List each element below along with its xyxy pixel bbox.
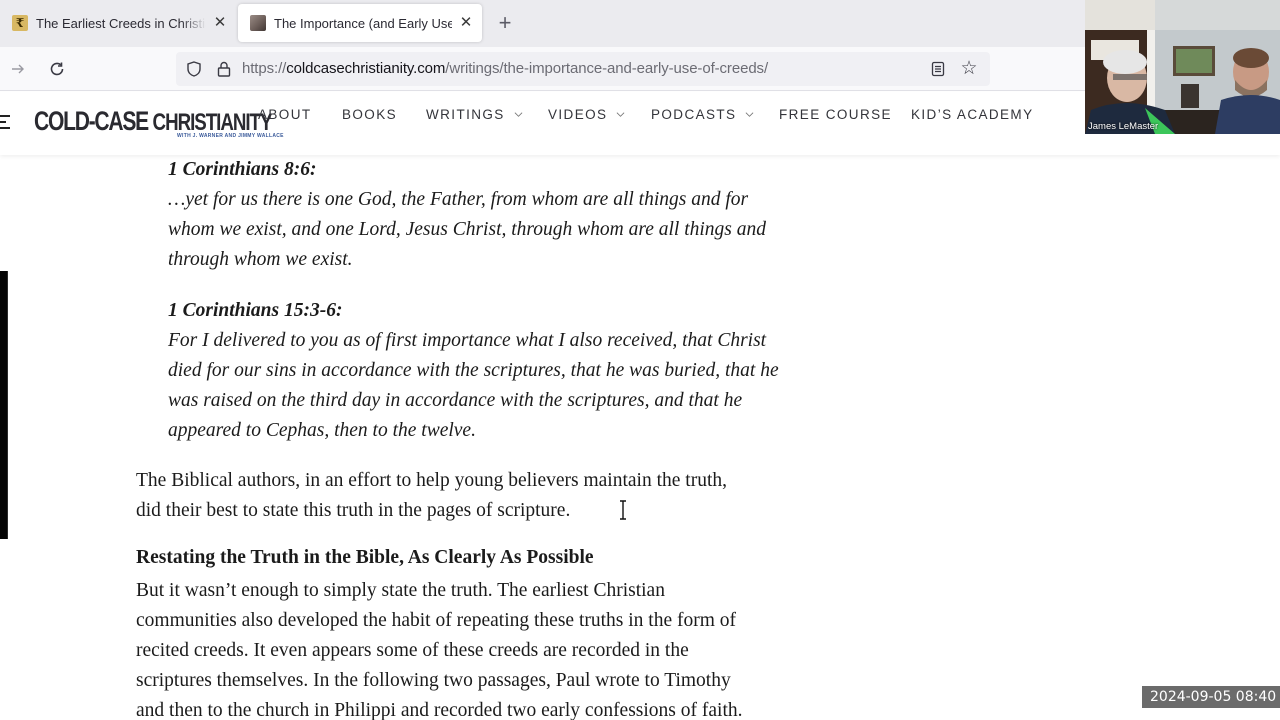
video-call-overlay[interactable]: James LeMaster bbox=[1085, 0, 1280, 134]
url-text[interactable]: https://coldcasechristianity.com/writing… bbox=[242, 60, 768, 77]
article-paragraph: The Biblical authors, in an effort to he… bbox=[136, 466, 816, 525]
author-photo-icon bbox=[250, 15, 266, 31]
text-cursor-icon bbox=[620, 500, 626, 520]
tab-earliest-creeds[interactable]: ₹ The Earliest Creeds in Christianity ✕ bbox=[0, 4, 236, 42]
menu-label: PODCASTS bbox=[651, 106, 737, 122]
menu-item-free-course[interactable]: FREE COURSE bbox=[779, 107, 892, 122]
shield-icon[interactable] bbox=[185, 60, 203, 78]
video-feed bbox=[1085, 0, 1280, 134]
url-scheme: https:// bbox=[242, 60, 287, 77]
scripture-quote: 1 Corinthians 15:3-6: For I delivered to… bbox=[168, 296, 818, 446]
forward-button[interactable] bbox=[6, 57, 30, 81]
reload-icon bbox=[50, 62, 64, 76]
quote-reference: 1 Corinthians 8:6: bbox=[168, 159, 317, 180]
quote-line: For I delivered to you as of first impor… bbox=[168, 330, 767, 351]
menu-item-kids-academy[interactable]: KID’S ACADEMY bbox=[911, 107, 1033, 122]
menu-label: FREE COURSE bbox=[779, 106, 892, 122]
r-logo-icon: ₹ bbox=[12, 15, 28, 31]
menu-item-videos[interactable]: VIDEOS bbox=[548, 107, 625, 122]
menu-item-books[interactable]: BOOKS bbox=[342, 107, 397, 122]
participant-name: James LeMaster bbox=[1088, 121, 1159, 132]
new-tab-button[interactable]: + bbox=[494, 12, 516, 34]
chevron-down-icon[interactable] bbox=[514, 110, 523, 119]
quote-line: whom we exist, and one Lord, Jesus Chris… bbox=[168, 219, 767, 240]
close-tab-icon[interactable]: ✕ bbox=[458, 15, 474, 31]
url-domain: coldcasechristianity.com bbox=[286, 60, 446, 77]
article-body: 1 Corinthians 8:6: …yet for us there is … bbox=[0, 155, 1280, 720]
bookmark-star-icon[interactable]: ☆ bbox=[958, 58, 980, 80]
logo-tagline: WITH J. WARNER AND JIMMY WALLACE bbox=[177, 133, 284, 139]
paragraph-line: did their best to state this truth in th… bbox=[136, 499, 571, 521]
hamburger-menu-icon[interactable] bbox=[0, 115, 10, 131]
menu-label: KID’S ACADEMY bbox=[911, 106, 1034, 122]
menu-label: WRITINGS bbox=[426, 106, 505, 122]
article-paragraph: But it wasn’t enough to simply state the… bbox=[136, 576, 816, 720]
paragraph-line: The Biblical authors, in an effort to he… bbox=[136, 470, 727, 491]
menu-item-about[interactable]: ABOUT bbox=[258, 107, 312, 122]
tab-importance-early-use[interactable]: The Importance (and Early Use) ✕ bbox=[238, 4, 482, 42]
url-path: /writings/the-importance-and-early-use-o… bbox=[445, 60, 769, 77]
quote-line: died for our sins in accordance with the… bbox=[168, 360, 779, 381]
section-heading: Restating the Truth in the Bible, As Cle… bbox=[136, 547, 594, 568]
menu-label: ABOUT bbox=[258, 106, 312, 122]
lock-icon[interactable] bbox=[215, 60, 233, 78]
quote-line: was raised on the third day in accordanc… bbox=[168, 390, 743, 411]
paragraph-line: scriptures themselves. In the following … bbox=[136, 670, 731, 691]
menu-item-writings[interactable]: WRITINGS bbox=[426, 107, 523, 122]
quote-reference: 1 Corinthians 15:3-6: bbox=[168, 300, 343, 321]
arrow-right-icon bbox=[12, 64, 24, 74]
scripture-quote: 1 Corinthians 8:6: …yet for us there is … bbox=[168, 155, 818, 275]
tab-title: The Earliest Creeds in Christianity bbox=[36, 15, 206, 31]
menu-label: VIDEOS bbox=[548, 106, 608, 122]
left-side-panel bbox=[0, 271, 8, 539]
tab-title: The Importance (and Early Use) bbox=[274, 15, 452, 31]
reader-view-icon[interactable] bbox=[929, 60, 947, 78]
quote-line: …yet for us there is one God, the Father… bbox=[168, 189, 749, 210]
quote-line: appeared to Cephas, then to the twelve. bbox=[168, 420, 476, 441]
paragraph-line: But it wasn’t enough to simply state the… bbox=[136, 580, 665, 601]
quote-line: through whom we exist. bbox=[168, 249, 353, 270]
paragraph-line: recited creeds. It even appears some of … bbox=[136, 640, 689, 661]
recording-timestamp: 2024-09-05 08:40 bbox=[1142, 686, 1280, 708]
menu-label: BOOKS bbox=[342, 106, 398, 122]
url-bar[interactable]: https://coldcasechristianity.com/writing… bbox=[176, 52, 990, 86]
reload-button[interactable] bbox=[45, 57, 69, 81]
menu-item-podcasts[interactable]: PODCASTS bbox=[651, 107, 754, 122]
chevron-down-icon[interactable] bbox=[616, 110, 625, 119]
logo-light: CHRISTIANITY bbox=[152, 109, 273, 136]
close-tab-icon[interactable]: ✕ bbox=[212, 15, 228, 31]
paragraph-line: communities also developed the habit of … bbox=[136, 610, 737, 631]
paragraph-line: and then to the church in Philippi and r… bbox=[136, 700, 743, 720]
chevron-down-icon[interactable] bbox=[745, 110, 754, 119]
logo-bold: COLD-CASE bbox=[34, 106, 153, 136]
